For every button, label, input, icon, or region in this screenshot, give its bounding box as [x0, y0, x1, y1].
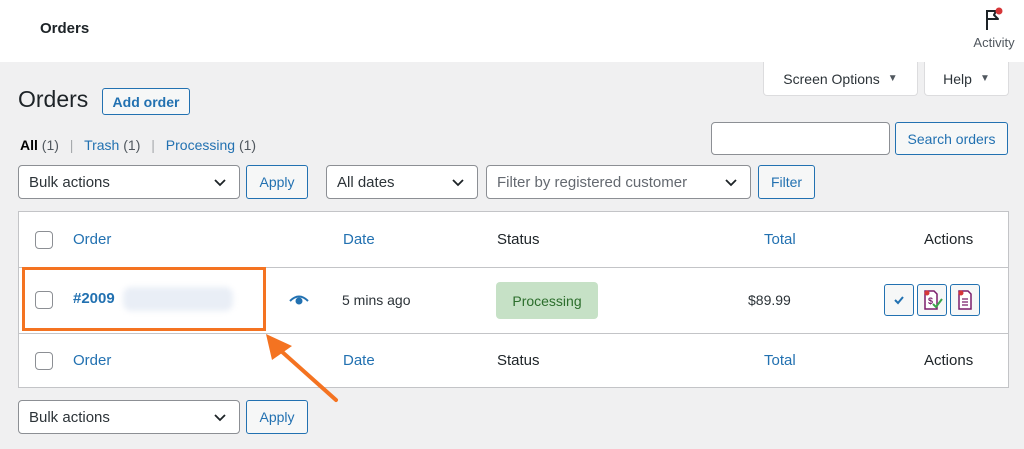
- svg-text:$: $: [928, 296, 933, 306]
- bulk-actions-select[interactable]: Bulk actions: [18, 165, 240, 199]
- row-checkbox[interactable]: [35, 291, 53, 309]
- column-header-order[interactable]: Order: [73, 231, 111, 248]
- filter-processing-count: (1): [238, 137, 257, 153]
- filter-processing-link[interactable]: Processing: [166, 137, 235, 153]
- search-orders-button[interactable]: Search orders: [895, 122, 1008, 155]
- separator: |: [69, 137, 74, 153]
- bulk-actions-select-bottom[interactable]: Bulk actions: [18, 400, 240, 434]
- dates-value: All dates: [337, 173, 395, 191]
- flag-icon: [986, 7, 1003, 30]
- filter-all-count: (1): [41, 137, 59, 153]
- dates-select[interactable]: All dates: [326, 165, 478, 199]
- column-footer-total[interactable]: Total: [764, 352, 796, 369]
- column-footer-order[interactable]: Order: [73, 352, 111, 369]
- status-badge: Processing: [496, 282, 598, 319]
- bulk-actions-value: Bulk actions: [29, 408, 110, 426]
- divider: [19, 333, 1008, 334]
- select-all-checkbox-footer[interactable]: [35, 352, 53, 370]
- order-date: 5 mins ago: [342, 292, 411, 308]
- activity-button[interactable]: Activity: [966, 6, 1022, 50]
- order-number-link[interactable]: #2009: [73, 290, 115, 307]
- page-title: Orders: [18, 86, 89, 112]
- select-all-checkbox[interactable]: [35, 231, 53, 249]
- column-header-date[interactable]: Date: [343, 231, 375, 248]
- caret-down-icon: ▼: [887, 73, 898, 84]
- help-button[interactable]: Help ▼: [924, 62, 1009, 96]
- apply-button-bottom[interactable]: Apply: [246, 400, 308, 434]
- blurred-customer-name: [123, 287, 233, 311]
- apply-button[interactable]: Apply: [246, 165, 308, 199]
- filter-all-link[interactable]: All: [20, 137, 38, 153]
- document-icon: [958, 290, 972, 310]
- chevron-down-icon: [452, 179, 464, 187]
- column-header-actions: Actions: [924, 231, 974, 248]
- screen-options-label: Screen Options: [783, 70, 880, 87]
- add-order-button[interactable]: Add order: [102, 88, 190, 115]
- invoice-button[interactable]: $: [917, 284, 947, 316]
- column-header-status: Status: [497, 231, 540, 248]
- activity-label: Activity: [973, 35, 1015, 50]
- top-bar: Orders Activity: [0, 0, 1024, 62]
- screen-options-button[interactable]: Screen Options ▼: [763, 62, 918, 96]
- search-input[interactable]: [711, 122, 890, 155]
- topbar-title: Orders: [40, 20, 90, 37]
- caret-down-icon: ▼: [979, 73, 990, 84]
- filter-trash-count: (1): [123, 137, 141, 153]
- filter-trash-link[interactable]: Trash: [84, 137, 119, 153]
- order-total: $89.99: [748, 292, 791, 308]
- status-filter-links: All (1) | Trash (1) | Processing (1): [20, 137, 256, 153]
- separator: |: [151, 137, 155, 153]
- column-footer-actions: Actions: [924, 352, 974, 369]
- bulk-actions-value: Bulk actions: [29, 173, 110, 191]
- chevron-down-icon: [214, 179, 226, 187]
- orders-table: Order Date Status Total Actions #2009 5 …: [18, 211, 1009, 388]
- column-footer-status: Status: [497, 352, 540, 369]
- chevron-down-icon: [214, 414, 226, 422]
- eye-icon[interactable]: [289, 293, 309, 307]
- column-footer-date[interactable]: Date: [343, 352, 375, 369]
- checkmark-icon: [894, 296, 904, 305]
- chevron-down-icon: [725, 179, 737, 187]
- customer-filter-select[interactable]: Filter by registered customer: [486, 165, 751, 199]
- customer-filter-placeholder: Filter by registered customer: [497, 173, 688, 191]
- help-label: Help: [943, 70, 972, 87]
- divider: [19, 267, 1008, 268]
- packing-slip-button[interactable]: [950, 284, 980, 316]
- invoice-check-icon: $: [924, 290, 943, 310]
- filter-button[interactable]: Filter: [758, 165, 815, 199]
- column-header-total[interactable]: Total: [764, 231, 796, 248]
- complete-order-button[interactable]: [884, 284, 914, 316]
